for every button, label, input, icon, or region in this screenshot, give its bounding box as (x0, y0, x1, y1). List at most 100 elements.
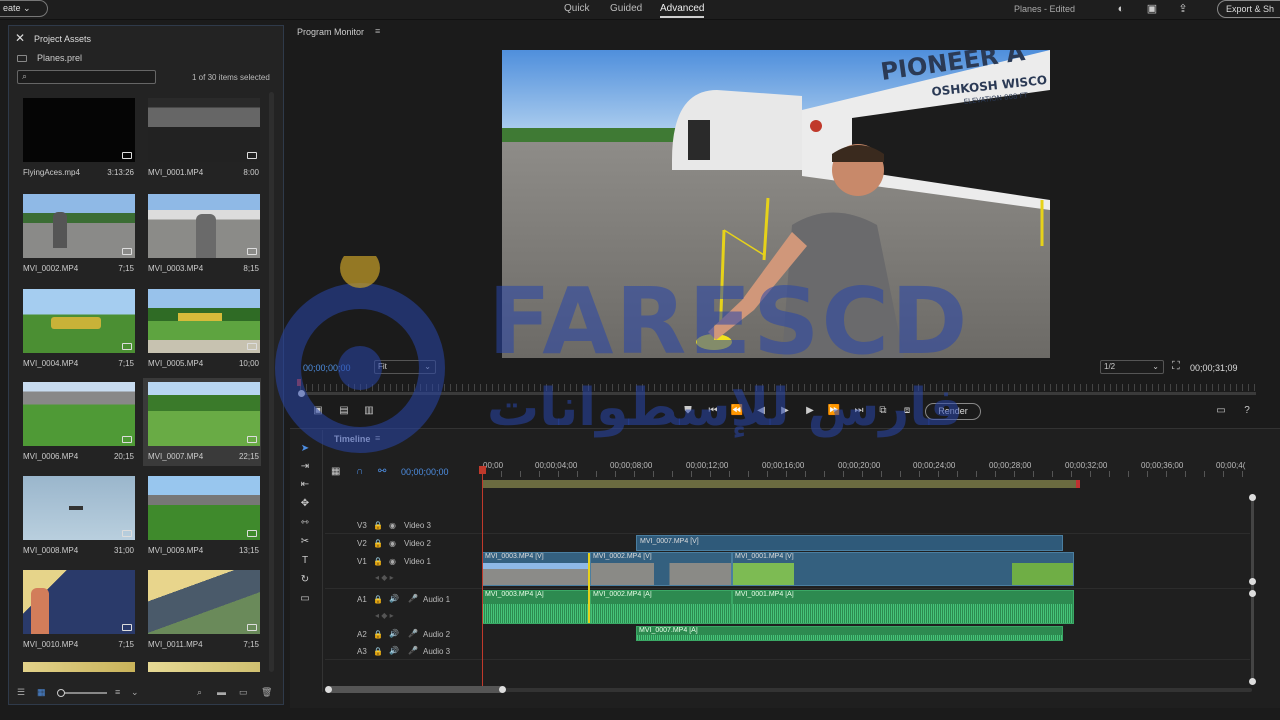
lock-icon[interactable]: 🔒 (373, 630, 383, 639)
rate-stretch-icon[interactable]: ⇿ (298, 517, 312, 531)
clip-v1-mvi-0002[interactable]: MVI_0002.MP4 [V] (590, 552, 732, 586)
asset-item-selected[interactable]: MVI_0007.MP4 22;15 (143, 378, 261, 466)
scroll-knob[interactable] (1249, 678, 1256, 685)
clip-label: MVI_0002.MP4 [V] (593, 553, 652, 560)
scroll-knob[interactable] (1249, 494, 1256, 501)
clip-a1-mvi-0001[interactable]: MVI_0001.MP4 [A] (732, 590, 1074, 624)
asset-thumbnail-partial[interactable] (148, 662, 260, 672)
asset-item[interactable]: MVI_0005.MP4 10;00 (143, 285, 261, 373)
asset-item[interactable]: MVI_0006.MP4 20;15 (18, 378, 136, 466)
mic-icon[interactable]: 🎤 (408, 646, 418, 655)
resolution-dropdown[interactable]: 1/2 ⌄ (1100, 360, 1164, 374)
timeline-zoom-bar[interactable] (328, 686, 504, 693)
asset-item[interactable]: FlyingAces.mp4 3:13:26 (18, 94, 136, 182)
create-button[interactable]: eate ⌄ (0, 0, 48, 17)
timeline-timecode[interactable]: 00;00;00;00 (401, 467, 449, 477)
new-item-icon[interactable]: ▭ (239, 687, 248, 698)
track-id-a2[interactable]: A2 (357, 630, 367, 639)
clip-a1-mvi-0003[interactable]: MVI_0003.MP4 [A] (482, 590, 590, 624)
rolling-edit-icon[interactable]: ✥ (298, 498, 312, 512)
track-id-v1[interactable]: V1 (357, 557, 367, 566)
tab-quick[interactable]: Quick (564, 3, 590, 14)
speaker-icon[interactable]: 🔊 (389, 594, 399, 603)
asset-item[interactable]: MVI_0004.MP4 7;15 (18, 285, 136, 373)
asset-name: MVI_0009.MP4 (148, 546, 204, 555)
scroll-knob[interactable] (1249, 590, 1256, 597)
zoom-handle[interactable] (325, 686, 332, 693)
lock-icon[interactable]: 🔒 (373, 539, 383, 548)
share-icon[interactable]: ⇪ (1177, 3, 1189, 15)
speaker-icon[interactable]: 🔊 (389, 629, 399, 638)
work-area-bar[interactable] (482, 480, 1080, 488)
asset-item[interactable]: MVI_0010.MP4 7;15 (18, 566, 136, 654)
edit-point-marker (588, 553, 590, 623)
asset-thumbnail-partial[interactable] (23, 662, 135, 672)
monitor-view-icon[interactable]: ▭ (1214, 405, 1228, 416)
linked-selection-icon[interactable]: ⚯ (378, 466, 386, 477)
asset-item[interactable]: MVI_0002.MP4 7;15 (18, 190, 136, 278)
clip-a2-mvi-0007[interactable]: MVI_0007.MP4 [A] (636, 626, 1063, 641)
rotate-icon[interactable]: ↻ (298, 574, 312, 588)
keyframe-nav-icon[interactable]: ◂ ◆ ▸ (375, 573, 394, 582)
fullscreen-icon[interactable]: ⛶ (1172, 360, 1180, 373)
asset-duration: 3:13:26 (107, 168, 134, 177)
save-icon[interactable]: ▣ (1146, 3, 1158, 15)
tab-guided[interactable]: Guided (610, 3, 642, 14)
nest-icon[interactable]: ▦ (331, 466, 340, 477)
keyframe-nav-icon[interactable]: ◂ ◆ ▸ (375, 611, 394, 620)
zoom-handle[interactable] (499, 686, 506, 693)
tab-advanced[interactable]: Advanced (660, 3, 705, 18)
track-id-a1[interactable]: A1 (357, 595, 367, 604)
asset-name: MVI_0006.MP4 (23, 452, 79, 461)
clip-v1-mvi-0001[interactable]: MVI_0001.MP4 [V] (732, 552, 1074, 586)
track-id-a3[interactable]: A3 (357, 647, 367, 656)
eye-icon[interactable]: ◉ (389, 557, 396, 566)
lock-icon[interactable]: 🔒 (373, 647, 383, 656)
mic-icon[interactable]: 🎤 (408, 629, 418, 638)
clip-a1-mvi-0002[interactable]: MVI_0002.MP4 [A] (590, 590, 732, 624)
asset-thumbnail (23, 98, 135, 162)
asset-item[interactable]: MVI_0011.MP4 7;15 (143, 566, 261, 654)
lock-icon[interactable]: 🔒 (373, 521, 383, 530)
asset-item[interactable]: MVI_0008.MP4 31;00 (18, 472, 136, 560)
lock-icon[interactable]: 🔒 (373, 557, 383, 566)
panel-menu-icon[interactable]: ≡ (375, 26, 380, 36)
clip-v1-mvi-0003[interactable]: MVI_0003.MP4 [V] (482, 552, 590, 586)
project-file-name: Planes.prel (37, 53, 83, 63)
search-input[interactable]: ⌕ (17, 70, 156, 84)
asset-item[interactable]: MVI_0001.MP4 8:00 (143, 94, 261, 182)
asset-item[interactable]: MVI_0003.MP4 8;15 (143, 190, 261, 278)
export-share-button[interactable]: Export & Sh (1217, 0, 1280, 18)
sort-icon[interactable]: ≡ (115, 687, 120, 697)
grid-view-icon[interactable]: ▦ (37, 687, 46, 698)
ripple-edit-icon[interactable]: ⇤ (298, 479, 312, 493)
close-icon[interactable]: ✕ (15, 31, 25, 45)
speaker-icon[interactable]: 🔊 (389, 646, 399, 655)
lock-icon[interactable]: 🔒 (373, 595, 383, 604)
clip-thumbnail-strip (733, 563, 1073, 585)
eye-icon[interactable]: ◉ (389, 521, 396, 530)
track-select-icon[interactable]: ⇥ (298, 461, 312, 475)
mic-icon[interactable]: 🎤 (408, 594, 418, 603)
track-id-v2[interactable]: V2 (357, 539, 367, 548)
timeline-playhead[interactable] (482, 468, 483, 686)
list-view-icon[interactable]: ☰ (17, 687, 25, 698)
new-bin-icon[interactable]: ▬ (217, 687, 226, 697)
chevron-down-icon[interactable]: ⌄ (131, 687, 139, 698)
razor-icon[interactable]: ✂ (298, 536, 312, 550)
snap-icon[interactable]: ∩ (356, 466, 363, 477)
zoom-slider[interactable] (61, 692, 107, 694)
scroll-knob[interactable] (1249, 578, 1256, 585)
timeline-ruler[interactable] (482, 471, 1252, 477)
delete-icon[interactable]: 🗑 (261, 687, 272, 698)
asset-item[interactable]: MVI_0009.MP4 13;15 (143, 472, 261, 560)
eye-icon[interactable]: ◉ (389, 539, 396, 548)
rectangle-tool-icon[interactable]: ▭ (298, 593, 312, 607)
contrast-icon[interactable]: ◐ (1115, 3, 1127, 15)
help-icon[interactable]: ? (1240, 405, 1254, 416)
track-id-v3[interactable]: V3 (357, 521, 367, 530)
type-tool-icon[interactable]: T (298, 555, 312, 569)
clip-v2-mvi-0007[interactable]: MVI_0007.MP4 [V] (636, 535, 1063, 551)
zoom-slider-knob[interactable] (57, 689, 65, 697)
search-icon[interactable]: ⌕ (197, 687, 202, 698)
